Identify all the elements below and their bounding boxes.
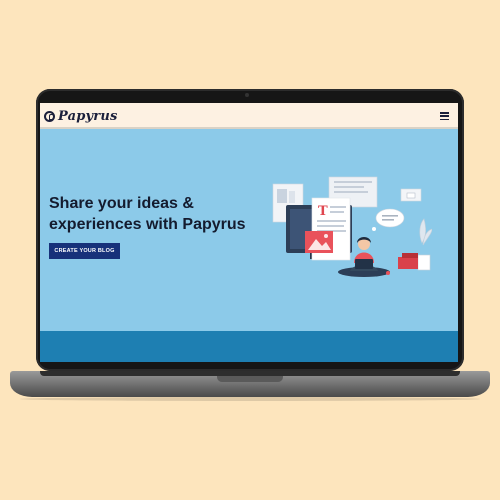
papyrus-logo-icon [44, 110, 55, 122]
hero-bottom-band [40, 331, 458, 362]
blogging-illustration: T [272, 176, 432, 277]
hamburger-menu-icon[interactable] [440, 112, 449, 121]
webcam-icon [245, 93, 249, 97]
brand-name: Papyrus [58, 108, 118, 124]
hero-title: Share your ideas & experiences with Papy… [49, 195, 246, 233]
laptop-screen: Papyrus Share your ideas & experiences w… [40, 103, 458, 362]
create-blog-button[interactable]: CREATE YOUR BLOG [49, 243, 120, 259]
svg-text:T: T [318, 204, 328, 219]
laptop-shadow [20, 397, 480, 401]
brand-logo[interactable]: Papyrus [44, 108, 118, 124]
laptop-notch [217, 376, 283, 382]
navbar: Papyrus [40, 103, 458, 129]
